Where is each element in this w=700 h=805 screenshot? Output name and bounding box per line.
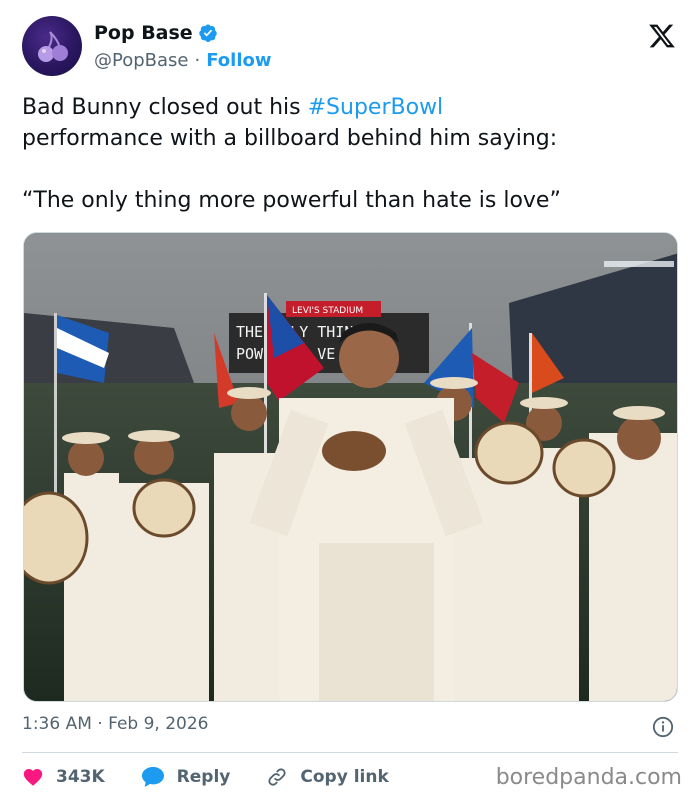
x-logo-icon[interactable] xyxy=(648,22,676,50)
follow-button[interactable]: Follow xyxy=(206,50,271,71)
like-count: 343K xyxy=(56,767,105,787)
tweet-header: Pop Base @PopBase · Follow xyxy=(22,16,682,78)
handle[interactable]: @PopBase xyxy=(94,50,188,71)
tweet-date: Feb 9, 2026 xyxy=(108,714,209,734)
watermark: boredpanda.com xyxy=(495,765,682,790)
tweet-text-line1: Bad Bunny closed out his xyxy=(22,95,308,120)
tweet-timestamp[interactable]: 1:36 AM · Feb 9, 2026 xyxy=(22,714,209,734)
separator: · xyxy=(97,714,103,734)
performance-photo: LEVI'S STADIUM THE ONLY THING POW THAN V… xyxy=(24,233,677,701)
tweet-quote: “The only thing more powerful than hate … xyxy=(22,188,561,213)
hashtag-link[interactable]: #SuperBowl xyxy=(308,95,444,120)
cherries-icon xyxy=(38,31,68,62)
billboard-top-text: LEVI'S STADIUM xyxy=(292,306,363,316)
verified-badge-icon xyxy=(198,24,217,42)
reply-button[interactable]: Reply xyxy=(141,766,231,788)
display-name[interactable]: Pop Base xyxy=(94,22,193,44)
copy-link-label: Copy link xyxy=(300,767,389,787)
info-icon[interactable] xyxy=(652,716,674,738)
like-button[interactable]: 343K xyxy=(22,766,105,788)
heart-icon xyxy=(23,769,43,786)
separator: · xyxy=(194,50,201,71)
link-icon xyxy=(268,768,286,786)
reply-label: Reply xyxy=(176,767,231,787)
tweet-media-image[interactable]: LEVI'S STADIUM THE ONLY THING POW THAN V… xyxy=(23,232,678,702)
divider xyxy=(22,752,678,753)
tweet-time: 1:36 AM xyxy=(22,714,92,734)
avatar[interactable] xyxy=(22,16,82,76)
handle-row: @PopBase · Follow xyxy=(94,50,272,71)
tweet-text: Bad Bunny closed out his #SuperBowl perf… xyxy=(22,92,682,154)
reply-bubble-icon xyxy=(141,767,164,787)
tweet-text-line2: performance with a billboard behind him … xyxy=(22,126,558,151)
tweet-actions: 343K Reply Copy link xyxy=(22,762,425,792)
name-row: Pop Base xyxy=(94,22,218,44)
copy-link-button[interactable]: Copy link xyxy=(266,766,389,788)
